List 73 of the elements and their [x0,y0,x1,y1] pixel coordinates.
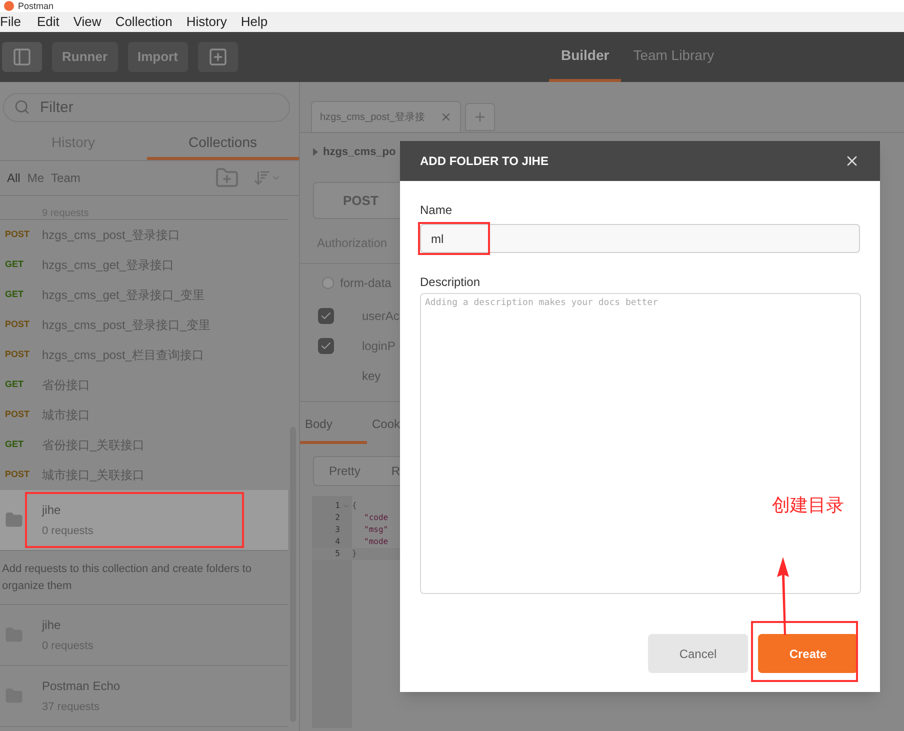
request-tab[interactable]: hzgs_cms_post_登录接 [311,101,461,132]
sidebar-toggle-button[interactable] [2,42,42,72]
collection-count: 0 requests [42,524,94,539]
dialog-title: ADD FOLDER TO JIHE [420,153,548,170]
line-number: 1 [334,500,340,512]
folder-list-entry[interactable]: jihe 0 requests [0,490,288,551]
checkbox[interactable] [318,338,334,354]
response-tab[interactable]: Body [300,407,367,444]
menu-item[interactable]: File [0,12,30,32]
method-label: POST [4,408,31,422]
header-tab[interactable]: Builder [548,32,622,82]
menu-item[interactable]: Edit [30,12,66,32]
request-title: hzgs_cms_po [323,144,396,160]
method-label: GET [4,378,25,392]
code-line: { [352,500,357,512]
field-label: Description [420,274,482,291]
new-window-button[interactable] [198,42,238,72]
view-option[interactable]: R [391,462,400,480]
menu-item[interactable]: Help [234,12,275,32]
folder-icon [5,511,23,529]
menu-item[interactable]: View [66,12,108,32]
line-number: 3 [334,524,340,536]
toolbar-button[interactable]: Runner [52,42,118,72]
code-line: "code [363,512,388,524]
search-icon [14,99,30,115]
plus-icon [473,110,487,124]
header-tab[interactable]: Team Library [621,32,726,82]
filter-option[interactable]: Team [51,169,80,187]
filter-field[interactable]: Filter [3,93,290,122]
empty-collection-note: Add requests to this collection and create folders to organize them [2,562,252,594]
new-tab-button[interactable] [465,103,495,131]
field-label: Name [420,202,454,219]
method-label: POST [4,468,31,482]
close-icon [440,111,452,123]
check-icon [320,340,332,352]
menu-item[interactable]: Collection [108,12,180,32]
code-line: "mode [363,536,388,548]
name-field[interactable]: ml [420,224,860,253]
create-button[interactable]: Create [758,634,858,673]
filter-option[interactable]: All [7,169,20,187]
sort-icon [253,169,272,187]
toolbar-button[interactable]: Import [128,42,188,72]
collection-name: Postman Echo [42,678,120,695]
code-line: } [352,548,357,560]
check-icon [320,310,332,322]
method-label: GET [4,258,25,272]
cancel-button[interactable]: Cancel [648,634,748,673]
line-number: 2 [334,512,340,524]
response-tab[interactable]: Cook [366,407,400,444]
sidebar-tab[interactable]: Collections [146,128,299,160]
sidebar-icon [12,47,32,67]
method-label: POST [4,348,31,362]
method-label: POST [4,318,31,332]
collection-name: jihe [42,616,62,634]
collection-name: jihe [42,502,62,519]
method-label: GET [4,438,25,452]
new-folder-icon [215,166,240,190]
menu-item[interactable]: History [179,12,234,32]
expand-arrow-icon[interactable] [313,148,318,156]
logo-icon [4,1,14,11]
checkbox[interactable] [318,308,334,324]
line-number: 4 [334,536,340,548]
new-window-icon [208,47,228,67]
radio-button[interactable] [322,276,334,288]
view-option[interactable]: Pretty [314,462,392,480]
filter-option[interactable]: Me [27,169,44,187]
method-label: GET [4,288,25,302]
line-number: 5 [334,548,340,560]
method-label: POST [4,228,31,242]
annotation-note: 创建目录 [772,494,844,517]
window-title: Postman [18,1,54,11]
code-line: "msg" [363,524,388,536]
key-placeholder[interactable]: key [362,367,381,385]
